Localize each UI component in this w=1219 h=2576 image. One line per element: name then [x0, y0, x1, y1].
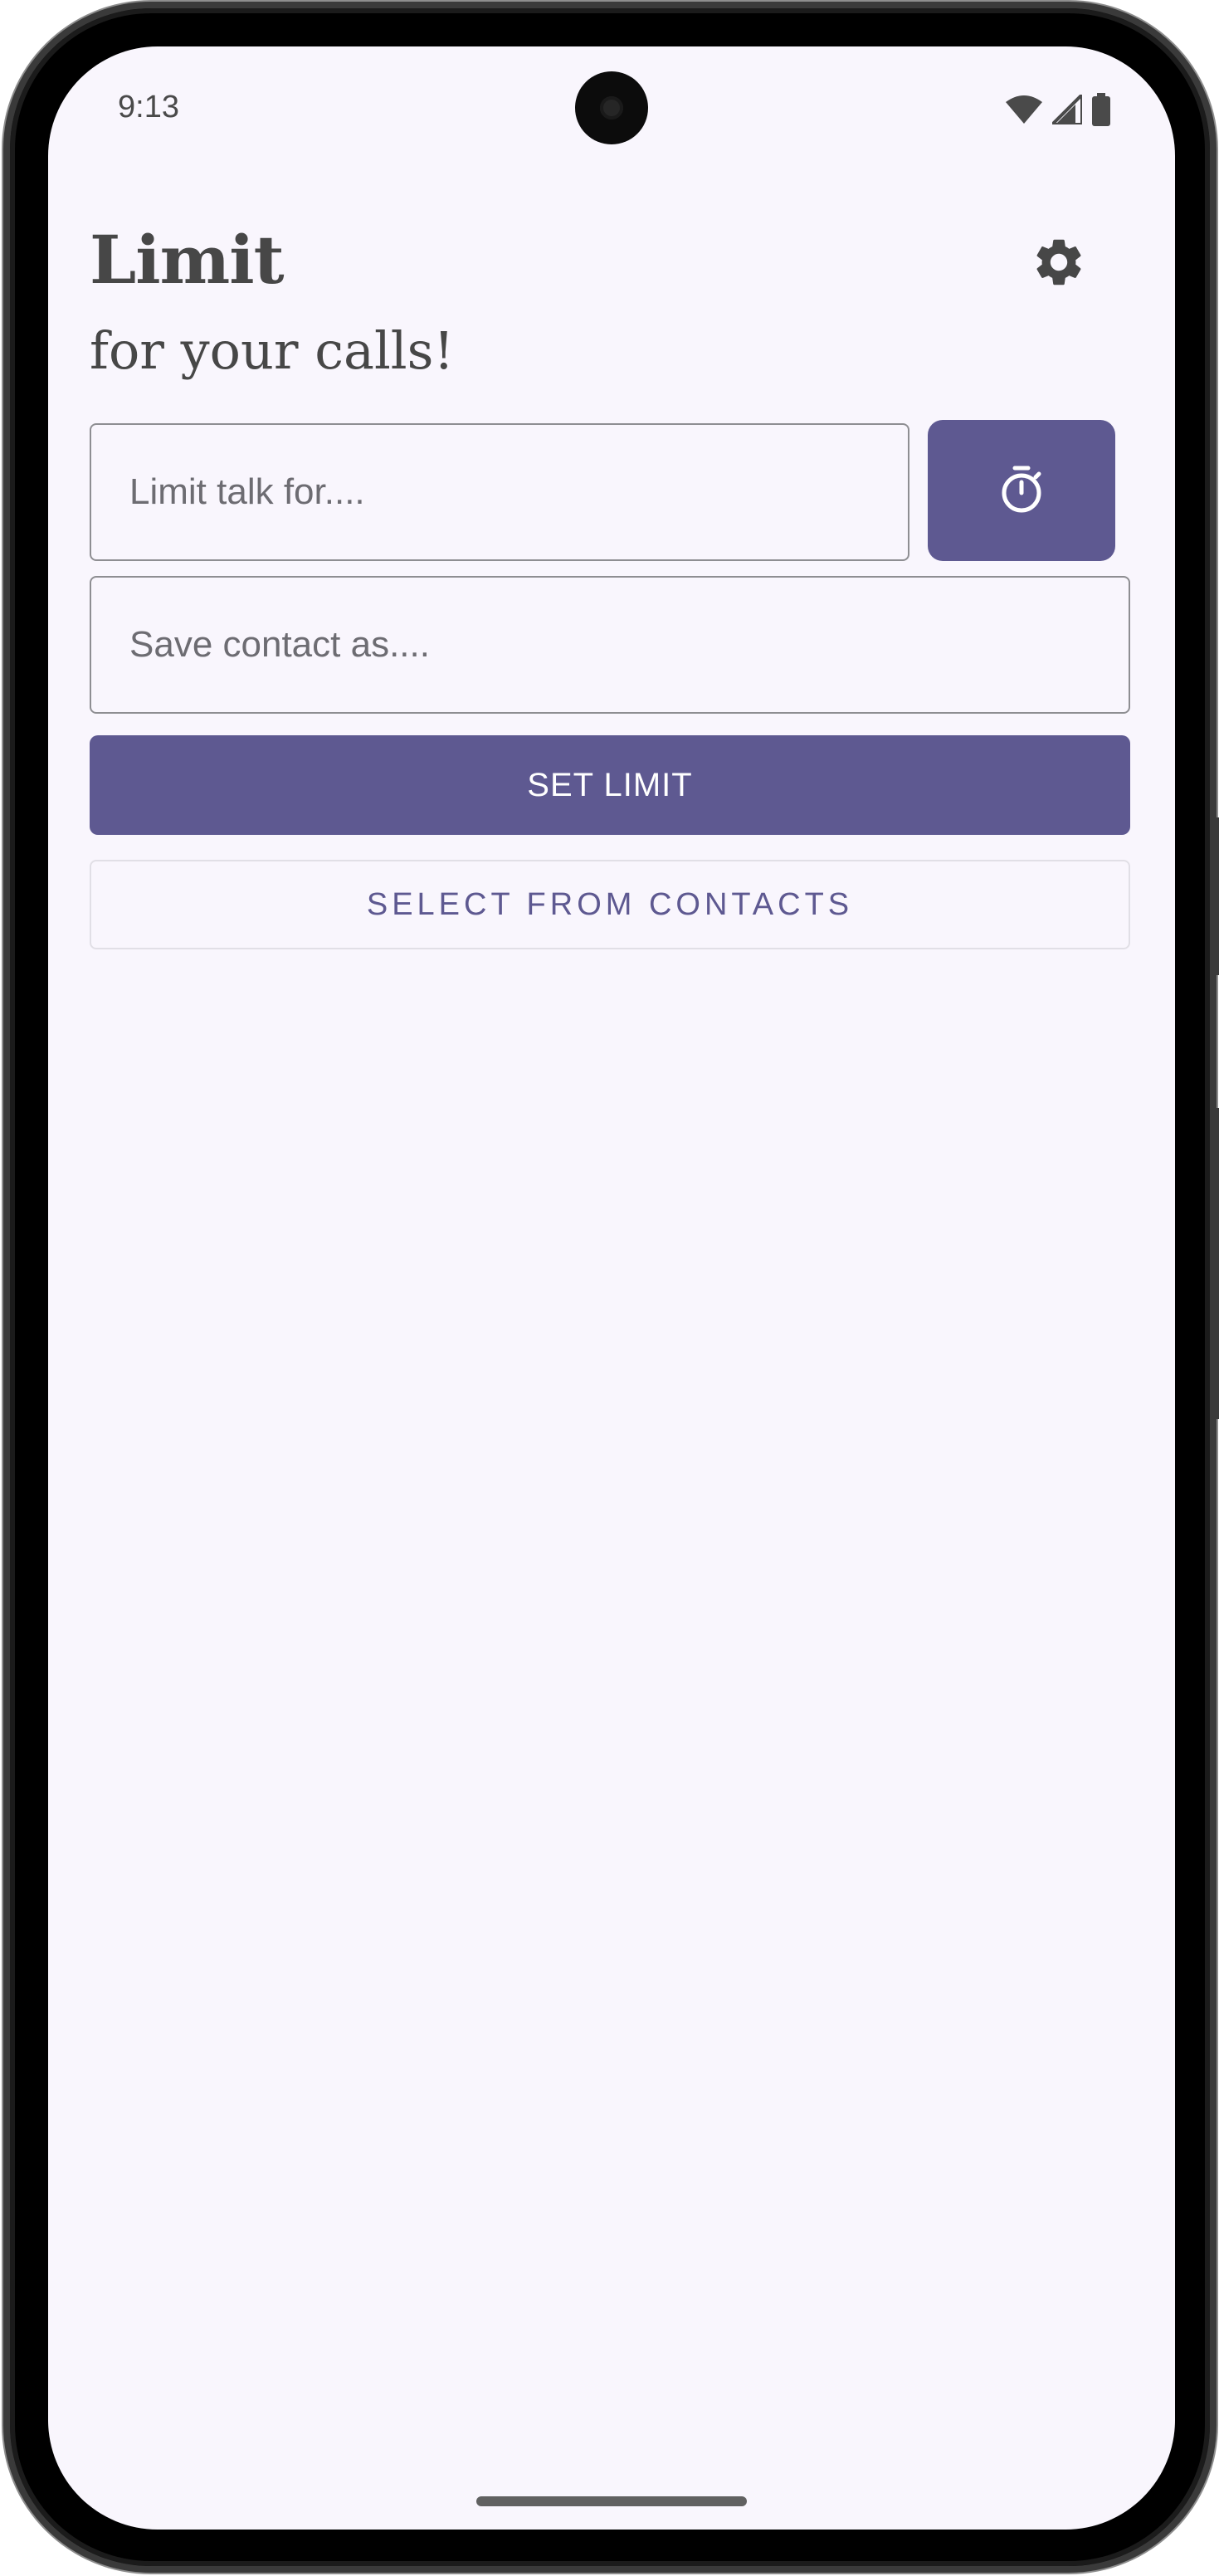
- settings-button[interactable]: [1026, 231, 1092, 297]
- app-title: Limit: [90, 221, 285, 299]
- app-subtitle: for your calls!: [90, 320, 455, 381]
- limit-talk-input[interactable]: [90, 423, 909, 561]
- power-button: [1212, 817, 1219, 975]
- volume-button: [1212, 1108, 1219, 1419]
- gear-icon: [1031, 234, 1087, 295]
- save-contact-input[interactable]: [90, 576, 1130, 714]
- timer-button[interactable]: [928, 420, 1115, 561]
- home-indicator[interactable]: [476, 2496, 747, 2506]
- status-icons: [1006, 90, 1110, 130]
- select-from-contacts-button[interactable]: SELECT FROM CONTACTS: [90, 860, 1130, 949]
- camera-cutout: [575, 71, 648, 144]
- battery-icon: [1092, 93, 1110, 130]
- stopwatch-icon: [998, 465, 1045, 517]
- status-time: 9:13: [118, 90, 179, 124]
- wifi-icon: [1006, 95, 1042, 128]
- cellular-signal-icon: [1048, 90, 1084, 129]
- app-screen: 9:13 Limit for your calls! Limit talk fo…: [48, 46, 1175, 2530]
- set-limit-button[interactable]: SET LIMIT: [90, 735, 1130, 835]
